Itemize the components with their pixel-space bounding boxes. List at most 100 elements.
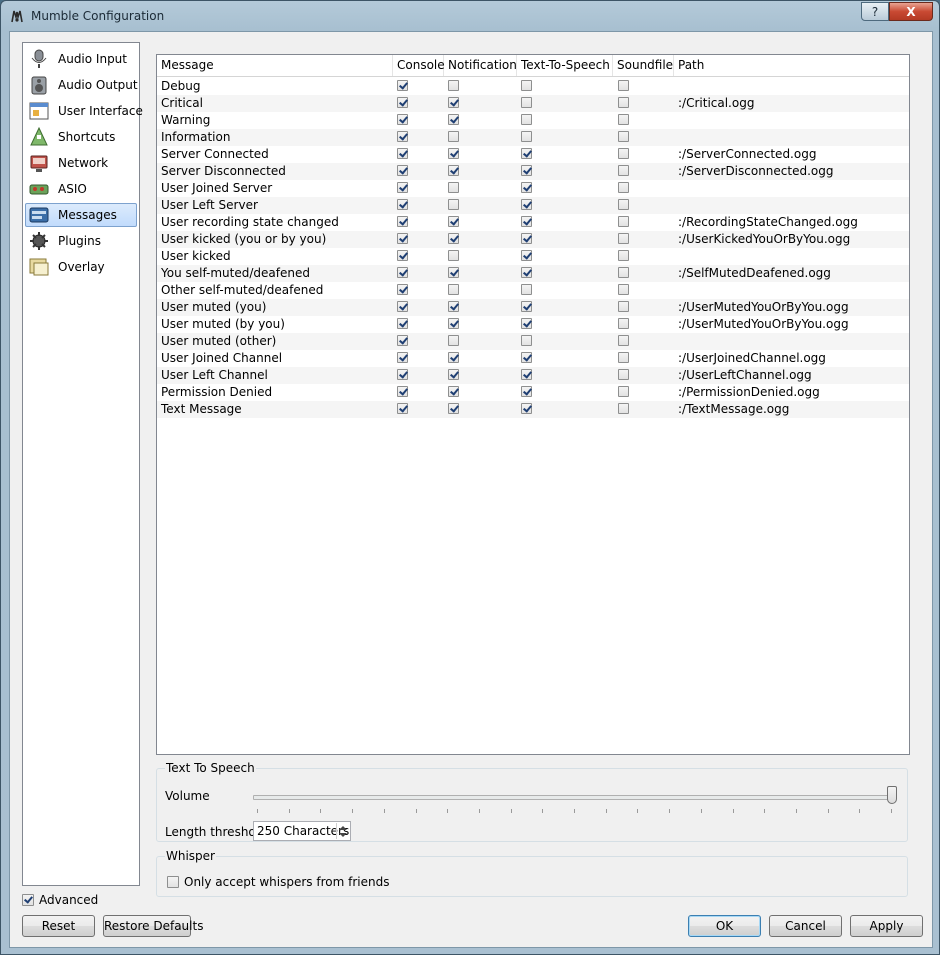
path-cell[interactable]: :/Critical.ogg bbox=[678, 95, 754, 112]
spin-buttons[interactable] bbox=[336, 823, 349, 839]
console-checkbox[interactable] bbox=[397, 182, 408, 193]
column-header-text-to-speech[interactable]: Text-To-Speech bbox=[517, 55, 613, 76]
spin-down-icon[interactable] bbox=[339, 833, 347, 837]
console-checkbox[interactable] bbox=[397, 267, 408, 278]
tts-checkbox[interactable] bbox=[521, 301, 532, 312]
soundfile-checkbox[interactable] bbox=[618, 216, 629, 227]
reset-button[interactable]: Reset bbox=[22, 915, 95, 937]
notification-checkbox[interactable] bbox=[448, 131, 459, 142]
table-row[interactable]: Information bbox=[157, 129, 909, 146]
tts-checkbox[interactable] bbox=[521, 199, 532, 210]
soundfile-checkbox[interactable] bbox=[618, 131, 629, 142]
console-checkbox[interactable] bbox=[397, 165, 408, 176]
tts-checkbox[interactable] bbox=[521, 335, 532, 346]
tts-checkbox[interactable] bbox=[521, 386, 532, 397]
spin-up-icon[interactable] bbox=[339, 826, 347, 830]
path-cell[interactable]: :/ServerDisconnected.ogg bbox=[678, 163, 834, 180]
sidebar-item-network[interactable]: Network bbox=[25, 151, 137, 175]
soundfile-checkbox[interactable] bbox=[618, 182, 629, 193]
soundfile-checkbox[interactable] bbox=[618, 352, 629, 363]
table-row[interactable]: User muted (other) bbox=[157, 333, 909, 350]
path-cell[interactable]: :/UserKickedYouOrByYou.ogg bbox=[678, 231, 850, 248]
soundfile-checkbox[interactable] bbox=[618, 233, 629, 244]
table-row[interactable]: Other self-muted/deafened bbox=[157, 282, 909, 299]
tts-checkbox[interactable] bbox=[521, 114, 532, 125]
console-checkbox[interactable] bbox=[397, 199, 408, 210]
notification-checkbox[interactable] bbox=[448, 165, 459, 176]
tts-checkbox[interactable] bbox=[521, 369, 532, 380]
soundfile-checkbox[interactable] bbox=[618, 301, 629, 312]
notification-checkbox[interactable] bbox=[448, 250, 459, 261]
tts-checkbox[interactable] bbox=[521, 267, 532, 278]
table-row[interactable]: Server Connected:/ServerConnected.ogg bbox=[157, 146, 909, 163]
sidebar-item-overlay[interactable]: Overlay bbox=[25, 255, 137, 279]
column-header-console[interactable]: Console bbox=[393, 55, 445, 76]
soundfile-checkbox[interactable] bbox=[618, 284, 629, 295]
column-header-message[interactable]: Message bbox=[157, 55, 393, 76]
notification-checkbox[interactable] bbox=[448, 80, 459, 91]
table-row[interactable]: Critical:/Critical.ogg bbox=[157, 95, 909, 112]
tts-checkbox[interactable] bbox=[521, 165, 532, 176]
ok-button[interactable]: OK bbox=[688, 915, 761, 937]
notification-checkbox[interactable] bbox=[448, 216, 459, 227]
console-checkbox[interactable] bbox=[397, 369, 408, 380]
notification-checkbox[interactable] bbox=[448, 233, 459, 244]
soundfile-checkbox[interactable] bbox=[618, 148, 629, 159]
volume-slider-thumb[interactable] bbox=[887, 786, 897, 804]
console-checkbox[interactable] bbox=[397, 403, 408, 414]
notification-checkbox[interactable] bbox=[448, 403, 459, 414]
console-checkbox[interactable] bbox=[397, 216, 408, 227]
notification-checkbox[interactable] bbox=[448, 369, 459, 380]
tts-checkbox[interactable] bbox=[521, 216, 532, 227]
length-threshold-spinbox[interactable]: 250 Characters bbox=[253, 821, 351, 841]
column-header-notification[interactable]: Notification bbox=[444, 55, 517, 76]
sidebar-item-messages[interactable]: Messages bbox=[25, 203, 137, 227]
table-row[interactable]: User muted (by you):/UserMutedYouOrByYou… bbox=[157, 316, 909, 333]
path-cell[interactable]: :/UserMutedYouOrByYou.ogg bbox=[678, 299, 849, 316]
column-header-soundfile[interactable]: Soundfile bbox=[613, 55, 674, 76]
table-row[interactable]: User muted (you):/UserMutedYouOrByYou.og… bbox=[157, 299, 909, 316]
soundfile-checkbox[interactable] bbox=[618, 114, 629, 125]
notification-checkbox[interactable] bbox=[448, 148, 459, 159]
tts-checkbox[interactable] bbox=[521, 250, 532, 261]
table-row[interactable]: User kicked (you or by you):/UserKickedY… bbox=[157, 231, 909, 248]
path-cell[interactable]: :/RecordingStateChanged.ogg bbox=[678, 214, 858, 231]
path-cell[interactable]: :/TextMessage.ogg bbox=[678, 401, 789, 418]
notification-checkbox[interactable] bbox=[448, 199, 459, 210]
soundfile-checkbox[interactable] bbox=[618, 403, 629, 414]
notification-checkbox[interactable] bbox=[448, 182, 459, 193]
column-header-path[interactable]: Path bbox=[674, 55, 909, 76]
close-button[interactable]: X bbox=[889, 2, 933, 21]
tts-checkbox[interactable] bbox=[521, 148, 532, 159]
table-row[interactable]: You self-muted/deafened:/SelfMutedDeafen… bbox=[157, 265, 909, 282]
soundfile-checkbox[interactable] bbox=[618, 80, 629, 91]
tts-checkbox[interactable] bbox=[521, 97, 532, 108]
path-cell[interactable]: :/UserJoinedChannel.ogg bbox=[678, 350, 826, 367]
soundfile-checkbox[interactable] bbox=[618, 97, 629, 108]
soundfile-checkbox[interactable] bbox=[618, 369, 629, 380]
console-checkbox[interactable] bbox=[397, 114, 408, 125]
table-row[interactable]: Text Message:/TextMessage.ogg bbox=[157, 401, 909, 418]
table-row[interactable]: Permission Denied:/PermissionDenied.ogg bbox=[157, 384, 909, 401]
path-cell[interactable]: :/PermissionDenied.ogg bbox=[678, 384, 820, 401]
soundfile-checkbox[interactable] bbox=[618, 165, 629, 176]
tts-checkbox[interactable] bbox=[521, 352, 532, 363]
table-row[interactable]: Warning bbox=[157, 112, 909, 129]
cancel-button[interactable]: Cancel bbox=[769, 915, 842, 937]
advanced-checkbox[interactable] bbox=[22, 894, 34, 906]
console-checkbox[interactable] bbox=[397, 148, 408, 159]
sidebar-item-user-interface[interactable]: User Interface bbox=[25, 99, 143, 123]
table-row[interactable]: User recording state changed:/RecordingS… bbox=[157, 214, 909, 231]
tts-checkbox[interactable] bbox=[521, 131, 532, 142]
title-bar[interactable]: Mumble Configuration ? X bbox=[1, 1, 939, 31]
notification-checkbox[interactable] bbox=[448, 114, 459, 125]
notification-checkbox[interactable] bbox=[448, 352, 459, 363]
tts-checkbox[interactable] bbox=[521, 233, 532, 244]
console-checkbox[interactable] bbox=[397, 250, 408, 261]
restore-defaults-button[interactable]: Restore Defaults bbox=[103, 915, 203, 937]
sidebar-item-plugins[interactable]: Plugins bbox=[25, 229, 137, 253]
path-cell[interactable]: :/UserLeftChannel.ogg bbox=[678, 367, 812, 384]
table-row[interactable]: User kicked bbox=[157, 248, 909, 265]
table-row[interactable]: User Left Server bbox=[157, 197, 909, 214]
path-cell[interactable]: :/ServerConnected.ogg bbox=[678, 146, 816, 163]
